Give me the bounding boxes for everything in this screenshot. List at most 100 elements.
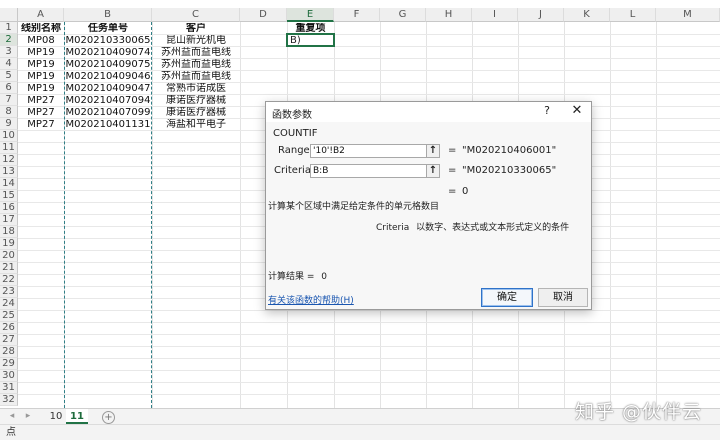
column-header-c[interactable]: C xyxy=(152,8,240,22)
argument-description-label: Criteria xyxy=(376,223,410,233)
row-header[interactable]: 4 xyxy=(0,58,18,70)
row-header[interactable]: 14 xyxy=(0,178,18,190)
help-icon[interactable]: ? xyxy=(540,104,554,120)
row-header[interactable]: 2 xyxy=(0,34,18,46)
column-header-k[interactable]: K xyxy=(564,8,610,22)
row-header[interactable]: 1 xyxy=(0,22,18,34)
row-header[interactable]: 28 xyxy=(0,346,18,358)
row-header[interactable]: 15 xyxy=(0,190,18,202)
range-input[interactable]: '10'!B2 xyxy=(310,144,438,158)
row-header[interactable]: 3 xyxy=(0,46,18,58)
function-name: COUNTIF xyxy=(273,128,318,139)
table-cell[interactable]: MP27 xyxy=(18,107,64,118)
criteria-collapse-icon[interactable]: ↑ xyxy=(426,164,440,178)
column-header-l[interactable]: L xyxy=(610,8,656,22)
row-header[interactable]: 21 xyxy=(0,262,18,274)
sheet-tab-10[interactable]: 10 xyxy=(46,409,66,424)
table-cell[interactable]: MP08 xyxy=(18,35,64,46)
range-collapse-icon[interactable]: ↑ xyxy=(426,144,440,158)
table-cell[interactable]: M020210401131 xyxy=(64,119,152,130)
select-all-corner[interactable] xyxy=(0,8,18,22)
close-icon[interactable]: ✕ xyxy=(569,103,585,119)
table-cell[interactable]: M020210409046 xyxy=(64,71,152,82)
table-cell[interactable]: MP27 xyxy=(18,95,64,106)
row-header[interactable]: 20 xyxy=(0,250,18,262)
table-cell[interactable]: M020210409047 xyxy=(64,83,152,94)
header-cell-task-number[interactable]: 任务单号 xyxy=(64,23,152,34)
column-header-h[interactable]: H xyxy=(426,8,472,22)
table-cell[interactable]: 康诺医疗器械 xyxy=(152,95,240,106)
row-header[interactable]: 18 xyxy=(0,226,18,238)
row-header[interactable]: 6 xyxy=(0,82,18,94)
criteria-input[interactable]: B:B xyxy=(310,164,438,178)
row-header[interactable]: 10 xyxy=(0,130,18,142)
dialog-titlebar[interactable]: 函数参数 ? ✕ xyxy=(266,102,591,122)
row-header[interactable]: 31 xyxy=(0,382,18,394)
header-cell-customer[interactable]: 客户 xyxy=(152,23,240,34)
table-cell[interactable]: 海盐和平电子 xyxy=(152,119,240,130)
row-header[interactable]: 22 xyxy=(0,274,18,286)
table-cell[interactable]: 常熟市诺成医 xyxy=(152,83,240,94)
table-cell[interactable]: 昆山新光机电 xyxy=(152,35,240,46)
table-cell[interactable]: MP27 xyxy=(18,119,64,130)
column-header-b[interactable]: B xyxy=(64,8,152,22)
table-cell[interactable]: 苏州益而益电线 xyxy=(152,59,240,70)
watermark-text: 知乎 @伙伴云 xyxy=(574,401,702,423)
table-cell[interactable]: M020210407094 xyxy=(64,95,152,106)
row-header[interactable]: 19 xyxy=(0,238,18,250)
header-cell-line-name[interactable]: 线别名称 xyxy=(18,23,64,34)
table-cell[interactable]: MP19 xyxy=(18,47,64,58)
table-cell[interactable]: M020210407099 xyxy=(64,107,152,118)
formula-result-preview: 0 xyxy=(462,186,469,197)
ok-button[interactable]: 确定 xyxy=(481,288,533,307)
row-header[interactable]: 24 xyxy=(0,298,18,310)
table-cell[interactable]: MP19 xyxy=(18,83,64,94)
row-header[interactable]: 16 xyxy=(0,202,18,214)
row-header[interactable]: 25 xyxy=(0,310,18,322)
row-header[interactable]: 30 xyxy=(0,370,18,382)
table-cell[interactable]: 康诺医疗器械 xyxy=(152,107,240,118)
row-header[interactable]: 5 xyxy=(0,70,18,82)
row-header[interactable]: 32 xyxy=(0,394,18,406)
range-label: Range xyxy=(278,145,310,156)
row-header[interactable]: 26 xyxy=(0,322,18,334)
status-bar: 点 xyxy=(0,424,720,440)
row-header[interactable]: 27 xyxy=(0,334,18,346)
column-header-j[interactable]: J xyxy=(518,8,564,22)
calc-result-value: 0 xyxy=(321,272,328,282)
table-cell[interactable]: M020210409074 xyxy=(64,47,152,58)
row-header[interactable]: 29 xyxy=(0,358,18,370)
row-header[interactable]: 8 xyxy=(0,106,18,118)
row-header[interactable]: 17 xyxy=(0,214,18,226)
column-header-a[interactable]: A xyxy=(18,8,64,22)
table-cell[interactable]: M020210409075 xyxy=(64,59,152,70)
column-header-f[interactable]: F xyxy=(334,8,380,22)
tab-next-icon[interactable]: ▸ xyxy=(22,410,34,423)
column-header-e[interactable]: E xyxy=(287,8,334,22)
cancel-button[interactable]: 取消 xyxy=(538,288,588,307)
table-cell[interactable]: 苏州益而益电线 xyxy=(152,47,240,58)
row-header[interactable]: 9 xyxy=(0,118,18,130)
row-header[interactable]: 13 xyxy=(0,166,18,178)
table-cell[interactable]: MP19 xyxy=(18,59,64,70)
table-cell[interactable]: 苏州益而益电线 xyxy=(152,71,240,82)
status-mode: 点 xyxy=(6,427,16,438)
sheet-tab-11[interactable]: 11 xyxy=(66,409,88,424)
criteria-value-preview: "M020210330065" xyxy=(462,165,557,176)
table-cell[interactable]: M020210330065 xyxy=(64,35,152,46)
dialog-title: 函数参数 xyxy=(272,110,312,121)
row-header[interactable]: 23 xyxy=(0,286,18,298)
row-header[interactable]: 11 xyxy=(0,142,18,154)
row-header[interactable]: 7 xyxy=(0,94,18,106)
column-header-m[interactable]: M xyxy=(656,8,720,22)
column-header-g[interactable]: G xyxy=(380,8,426,22)
calc-result-label: 计算结果 = xyxy=(268,272,315,282)
column-header-i[interactable]: I xyxy=(472,8,518,22)
table-cell[interactable]: MP19 xyxy=(18,71,64,82)
function-help-link[interactable]: 有关该函数的帮助(H) xyxy=(268,293,354,306)
row-header[interactable]: 12 xyxy=(0,154,18,166)
active-cell-e2[interactable]: B) xyxy=(286,33,335,47)
add-sheet-icon[interactable]: + xyxy=(102,411,115,424)
column-header-d[interactable]: D xyxy=(240,8,287,22)
tab-prev-icon[interactable]: ◂ xyxy=(6,410,18,423)
